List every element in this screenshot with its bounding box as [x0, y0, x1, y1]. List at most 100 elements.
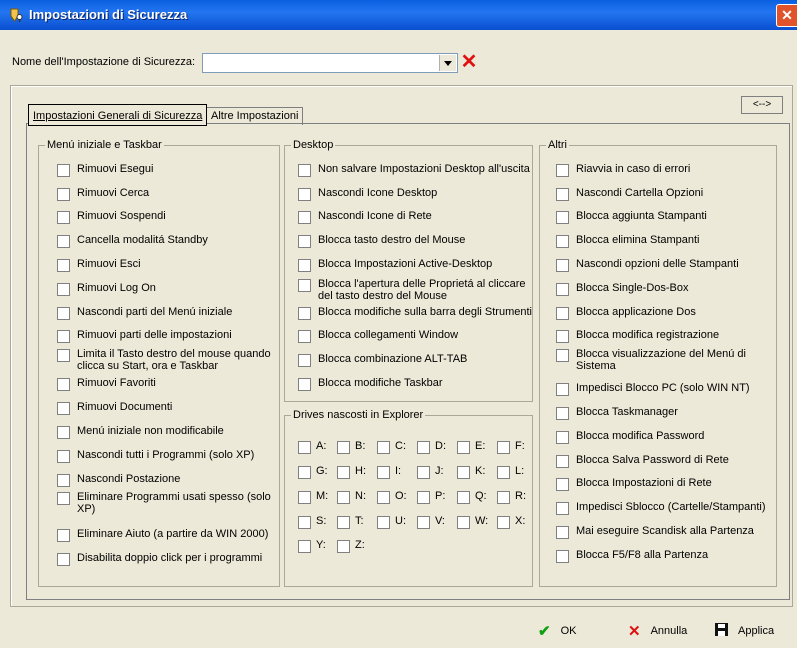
- checkbox[interactable]: [57, 402, 70, 415]
- checkbox[interactable]: [497, 466, 510, 479]
- checkbox[interactable]: [57, 235, 70, 248]
- drive-checkbox[interactable]: D:: [417, 440, 446, 454]
- checkbox-row[interactable]: Cancella modalitá Standby: [57, 234, 208, 248]
- security-setting-name-combo[interactable]: [202, 53, 458, 73]
- checkbox[interactable]: [57, 378, 70, 391]
- checkbox[interactable]: [417, 466, 430, 479]
- checkbox-row[interactable]: Disabilita doppio click per i programmi: [57, 552, 262, 566]
- delete-setting-button[interactable]: ✕: [456, 51, 482, 73]
- checkbox[interactable]: [417, 441, 430, 454]
- checkbox-row[interactable]: Blocca tasto destro del Mouse: [298, 234, 465, 248]
- checkbox[interactable]: [377, 466, 390, 479]
- checkbox-row[interactable]: Eliminare Programmi usati spesso (solo X…: [57, 491, 271, 515]
- checkbox-row[interactable]: Rimuovi Esci: [57, 258, 141, 272]
- checkbox[interactable]: [57, 529, 70, 542]
- checkbox[interactable]: [57, 259, 70, 272]
- checkbox-row[interactable]: Impedisci Sblocco (Cartelle/Stampanti): [556, 501, 766, 515]
- drive-checkbox[interactable]: T:: [337, 515, 364, 529]
- checkbox-row[interactable]: Blocca modifiche Taskbar: [298, 377, 443, 391]
- checkbox-row[interactable]: Blocca Single-Dos-Box: [556, 282, 689, 296]
- checkbox[interactable]: [337, 441, 350, 454]
- checkbox-row[interactable]: Nascondi opzioni delle Stampanti: [556, 258, 739, 272]
- checkbox-row[interactable]: Blocca modifica registrazione: [556, 329, 719, 343]
- checkbox[interactable]: [337, 491, 350, 504]
- checkbox-row[interactable]: Rimuovi Cerca: [57, 187, 149, 201]
- checkbox-row[interactable]: Blocca elimina Stampanti: [556, 234, 700, 248]
- checkbox[interactable]: [556, 478, 569, 491]
- checkbox-row[interactable]: Rimuovi Favoriti: [57, 377, 156, 391]
- checkbox-row[interactable]: Rimuovi Documenti: [57, 401, 172, 415]
- drive-checkbox[interactable]: L:: [497, 465, 524, 479]
- drive-checkbox[interactable]: R:: [497, 490, 526, 504]
- checkbox[interactable]: [298, 259, 311, 272]
- checkbox[interactable]: [556, 164, 569, 177]
- checkbox[interactable]: [337, 466, 350, 479]
- drive-checkbox[interactable]: K:: [457, 465, 485, 479]
- checkbox-row[interactable]: Eliminare Aiuto (a partire da WIN 2000): [57, 528, 268, 542]
- checkbox[interactable]: [57, 553, 70, 566]
- checkbox[interactable]: [556, 526, 569, 539]
- checkbox[interactable]: [298, 279, 311, 292]
- drive-checkbox[interactable]: A:: [298, 440, 326, 454]
- checkbox-row[interactable]: Blocca modifiche sulla barra degli Strum…: [298, 306, 532, 320]
- checkbox[interactable]: [298, 211, 311, 224]
- drive-checkbox[interactable]: N:: [337, 490, 366, 504]
- checkbox[interactable]: [298, 516, 311, 529]
- checkbox[interactable]: [556, 330, 569, 343]
- checkbox[interactable]: [377, 491, 390, 504]
- checkbox-row[interactable]: Non salvare Impostazioni Desktop all'usc…: [298, 163, 530, 177]
- apply-button[interactable]: Applica: [715, 620, 774, 642]
- checkbox[interactable]: [57, 450, 70, 463]
- checkbox[interactable]: [57, 349, 70, 362]
- checkbox[interactable]: [57, 211, 70, 224]
- drive-checkbox[interactable]: M:: [298, 490, 328, 504]
- checkbox[interactable]: [556, 235, 569, 248]
- checkbox[interactable]: [57, 164, 70, 177]
- checkbox[interactable]: [497, 441, 510, 454]
- drive-checkbox[interactable]: W:: [457, 515, 488, 529]
- checkbox-row[interactable]: Rimuovi Esegui: [57, 163, 153, 177]
- checkbox[interactable]: [298, 307, 311, 320]
- checkbox[interactable]: [298, 235, 311, 248]
- checkbox[interactable]: [377, 441, 390, 454]
- drive-checkbox[interactable]: X:: [497, 515, 525, 529]
- checkbox[interactable]: [337, 540, 350, 553]
- checkbox[interactable]: [298, 466, 311, 479]
- drive-checkbox[interactable]: E:: [457, 440, 485, 454]
- checkbox-row[interactable]: Nascondi Cartella Opzioni: [556, 187, 703, 201]
- checkbox-row[interactable]: Blocca collegamenti Window: [298, 329, 458, 343]
- checkbox[interactable]: [57, 307, 70, 320]
- drive-checkbox[interactable]: Y:: [298, 539, 326, 553]
- checkbox-row[interactable]: Nascondi Postazione: [57, 473, 180, 487]
- drive-checkbox[interactable]: O:: [377, 490, 407, 504]
- drive-checkbox[interactable]: F:: [497, 440, 525, 454]
- checkbox[interactable]: [57, 188, 70, 201]
- tab-general-security[interactable]: Impostazioni Generali di Sicurezza: [28, 104, 208, 126]
- checkbox[interactable]: [556, 349, 569, 362]
- drive-checkbox[interactable]: J:: [417, 465, 444, 479]
- checkbox-row[interactable]: Mai eseguire Scandisk alla Partenza: [556, 525, 754, 539]
- drive-checkbox[interactable]: V:: [417, 515, 445, 529]
- checkbox[interactable]: [417, 516, 430, 529]
- drive-checkbox[interactable]: G:: [298, 465, 328, 479]
- checkbox[interactable]: [556, 259, 569, 272]
- checkbox[interactable]: [556, 188, 569, 201]
- checkbox[interactable]: [57, 330, 70, 343]
- checkbox[interactable]: [457, 516, 470, 529]
- swap-button[interactable]: <-->: [741, 96, 783, 114]
- checkbox-row[interactable]: Blocca F5/F8 alla Partenza: [556, 549, 708, 563]
- checkbox[interactable]: [298, 378, 311, 391]
- checkbox[interactable]: [556, 407, 569, 420]
- checkbox[interactable]: [457, 441, 470, 454]
- drive-checkbox[interactable]: H:: [337, 465, 366, 479]
- ok-button[interactable]: ✔ OK: [538, 620, 576, 642]
- checkbox-row[interactable]: Rimuovi Log On: [57, 282, 156, 296]
- checkbox[interactable]: [57, 426, 70, 439]
- checkbox[interactable]: [556, 550, 569, 563]
- checkbox[interactable]: [298, 441, 311, 454]
- drive-checkbox[interactable]: C:: [377, 440, 406, 454]
- checkbox[interactable]: [497, 516, 510, 529]
- checkbox-row[interactable]: Nascondi Icone di Rete: [298, 210, 432, 224]
- checkbox[interactable]: [298, 354, 311, 367]
- drive-checkbox[interactable]: P:: [417, 490, 445, 504]
